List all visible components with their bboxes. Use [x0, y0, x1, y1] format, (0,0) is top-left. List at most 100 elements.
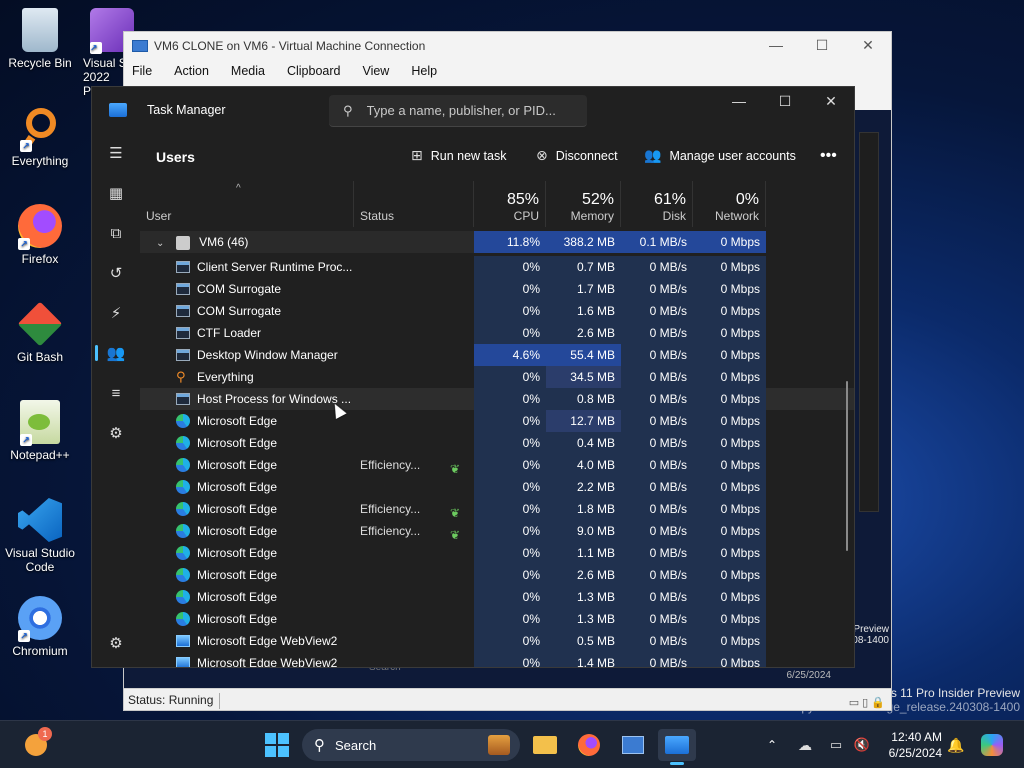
taskbar-search-box[interactable]: ⚲ Search [302, 729, 520, 761]
firefox-taskbar-button[interactable] [574, 729, 604, 761]
table-row[interactable]: COM Surrogate 0% 1.6 MB 0 MB/s 0 Mbps [140, 300, 854, 322]
tm-titlebar[interactable]: Task Manager ⚲ — ☐ ✕ [92, 87, 854, 133]
table-row[interactable]: Microsoft Edge 0% 2.6 MB 0 MB/s 0 Mbps [140, 564, 854, 586]
process-name: Microsoft Edge [197, 502, 278, 516]
vm-bg-date: 6/25/2024 [786, 670, 832, 681]
disconnect-button[interactable]: ⊗ Disconnect [536, 147, 618, 164]
process-status-cell [354, 322, 474, 344]
close-icon[interactable]: ✕ [808, 87, 854, 117]
group-network: 0 Mbps [693, 231, 766, 253]
menu-action[interactable]: Action [174, 64, 209, 78]
file-explorer-button[interactable] [530, 729, 560, 761]
desktop-icon-notepad-plus-plus[interactable]: ↗ Notepad++ [0, 400, 80, 462]
minimize-icon[interactable]: — [716, 87, 762, 117]
clock[interactable]: 12:40 AM 6/25/2024 [889, 729, 942, 761]
search-icon: ⚲ [314, 737, 325, 754]
show-hidden-icons-button[interactable]: ⌃ [763, 729, 781, 761]
details-icon[interactable]: ≡ [92, 373, 140, 413]
desktop-icon-git-bash[interactable]: Git Bash [0, 301, 80, 364]
processes-icon[interactable]: ▦ [92, 173, 140, 213]
table-row[interactable]: Microsoft Edge 0% 2.2 MB 0 MB/s 0 Mbps [140, 476, 854, 498]
process-name-cell: CTF Loader [140, 322, 353, 344]
desktop-icon-recycle-bin[interactable]: Recycle Bin [0, 8, 80, 70]
active-indicator [670, 762, 684, 765]
settings-icon[interactable]: ⚙ [92, 623, 140, 663]
performance-icon[interactable]: ⧉ [92, 213, 140, 253]
process-name-cell: Microsoft Edge [140, 476, 353, 498]
chevron-down-icon[interactable]: ⌄ [156, 238, 164, 249]
process-status-cell [354, 564, 474, 586]
manage-user-accounts-button[interactable]: 👥 Manage user accounts [644, 147, 796, 164]
users-icon[interactable]: 👥 [92, 333, 140, 373]
close-icon[interactable]: ✕ [845, 37, 891, 54]
table-row[interactable]: Client Server Runtime Proc... 0% 0.7 MB 0 M… [140, 256, 854, 278]
desktop-icon-everything[interactable]: ↗ Everything [0, 106, 80, 168]
table-row[interactable]: Microsoft Edge 0% 0.4 MB 0 MB/s 0 Mbps [140, 432, 854, 454]
notifications-button[interactable]: 🔔 [946, 729, 966, 761]
table-row[interactable]: Microsoft Edge Efficiency... ❦ 0% 9.0 MB 0 MB… [140, 520, 854, 542]
services-icon[interactable]: ⚙ [92, 413, 140, 453]
process-network: 0 Mbps [693, 608, 766, 630]
vm-titlebar[interactable]: VM6 CLONE on VM6 - Virtual Machine Conne… [124, 32, 891, 59]
process-name-cell: Microsoft Edge [140, 410, 353, 432]
copilot-button[interactable] [978, 729, 1006, 761]
app-history-icon[interactable]: ↺ [92, 253, 140, 293]
menu-clipboard[interactable]: Clipboard [287, 64, 341, 78]
table-row[interactable]: Microsoft Edge 0% 1.1 MB 0 MB/s 0 Mbps [140, 542, 854, 564]
menu-file[interactable]: File [132, 64, 152, 78]
tm-search-input[interactable] [366, 103, 567, 118]
minimize-icon[interactable]: — [753, 37, 799, 54]
col-disk[interactable]: 61% Disk [621, 181, 693, 227]
menu-help[interactable]: Help [411, 64, 437, 78]
process-cpu: 0% [474, 630, 546, 652]
user-group-row[interactable]: ⌄ VM6 (46) 11.8% 388.2 MB 0.1 MB/s 0 Mbp… [140, 231, 854, 256]
table-row[interactable]: Microsoft Edge Efficiency... ❦ 0% 4.0 MB 0 MB… [140, 454, 854, 476]
table-row[interactable]: Microsoft Edge 0% 1.3 MB 0 MB/s 0 Mbps [140, 608, 854, 630]
col-network[interactable]: 0% Network [693, 181, 766, 227]
desktop-icon-firefox[interactable]: ↗ Firefox [0, 204, 80, 266]
col-memory[interactable]: 52% Memory [546, 181, 621, 227]
process-name: Microsoft Edge [197, 436, 278, 450]
col-cpu[interactable]: 85% CPU [474, 181, 546, 227]
table-row[interactable]: Microsoft Edge 0% 1.3 MB 0 MB/s 0 Mbps [140, 586, 854, 608]
desktop-icon-chromium[interactable]: ↗ Chromium [0, 596, 80, 658]
desktop-icon-visual-studio[interactable]: ↗ Visual S 2022 Pre [78, 8, 134, 98]
process-cpu: 0% [474, 652, 546, 667]
start-button[interactable] [262, 729, 292, 761]
widgets-button[interactable]: 1 [20, 727, 52, 761]
menu-view[interactable]: View [362, 64, 389, 78]
table-row[interactable]: ⚲ Everything 0% 34.5 MB 0 MB/s 0 Mbps [140, 366, 854, 388]
volume-button[interactable]: 🔇 [852, 729, 872, 761]
more-options-icon[interactable]: ••• [820, 147, 837, 165]
network-button[interactable]: ▭ [826, 729, 846, 761]
onedrive-button[interactable]: ☁ [794, 729, 816, 761]
notification-badge: 1 [38, 727, 52, 741]
task-manager-taskbar-button[interactable] [658, 729, 696, 765]
run-new-task-button[interactable]: ⊞ Run new task [411, 147, 506, 164]
table-row[interactable]: Microsoft Edge Efficiency... ❦ 0% 1.8 MB 0 MB… [140, 498, 854, 520]
process-status-cell [354, 630, 474, 652]
table-row[interactable]: Host Process for Windows ... 0% 0.8 MB 0 MB… [140, 388, 854, 410]
process-memory: 1.4 MB [546, 652, 621, 667]
process-status-cell [354, 586, 474, 608]
table-row[interactable]: Microsoft Edge WebView2 0% 1.4 MB 0 MB/s 0 M… [140, 652, 854, 667]
process-network: 0 Mbps [693, 300, 766, 322]
table-row[interactable]: COM Surrogate 0% 1.7 MB 0 MB/s 0 Mbps [140, 278, 854, 300]
table-row[interactable]: Microsoft Edge 0% 12.7 MB 0 MB/s 0 Mbps [140, 410, 854, 432]
maximize-icon[interactable]: ☐ [799, 37, 845, 54]
tm-sidebar: ☰ ▦ ⧉ ↺ ⚡ 👥 ≡ ⚙ ⚙ [92, 133, 140, 667]
col-user[interactable]: ^ User [140, 181, 354, 227]
table-row[interactable]: Desktop Window Manager 4.6% 55.4 MB 0 MB/s 0… [140, 344, 854, 366]
col-status[interactable]: Status [354, 181, 474, 227]
table-row[interactable]: CTF Loader 0% 2.6 MB 0 MB/s 0 Mbps [140, 322, 854, 344]
tm-search-box[interactable]: ⚲ [329, 95, 587, 127]
vertical-scrollbar[interactable] [846, 381, 848, 551]
maximize-icon[interactable]: ☐ [762, 87, 808, 117]
edge-icon [176, 568, 190, 582]
desktop-icon-vscode[interactable]: Visual Studio Code [0, 498, 80, 574]
menu-media[interactable]: Media [231, 64, 265, 78]
table-row[interactable]: Microsoft Edge WebView2 0% 0.5 MB 0 MB/s 0 M… [140, 630, 854, 652]
hamburger-menu-icon[interactable]: ☰ [92, 133, 140, 173]
vm-connection-taskbar-button[interactable] [618, 729, 648, 761]
startup-apps-icon[interactable]: ⚡ [92, 293, 140, 333]
